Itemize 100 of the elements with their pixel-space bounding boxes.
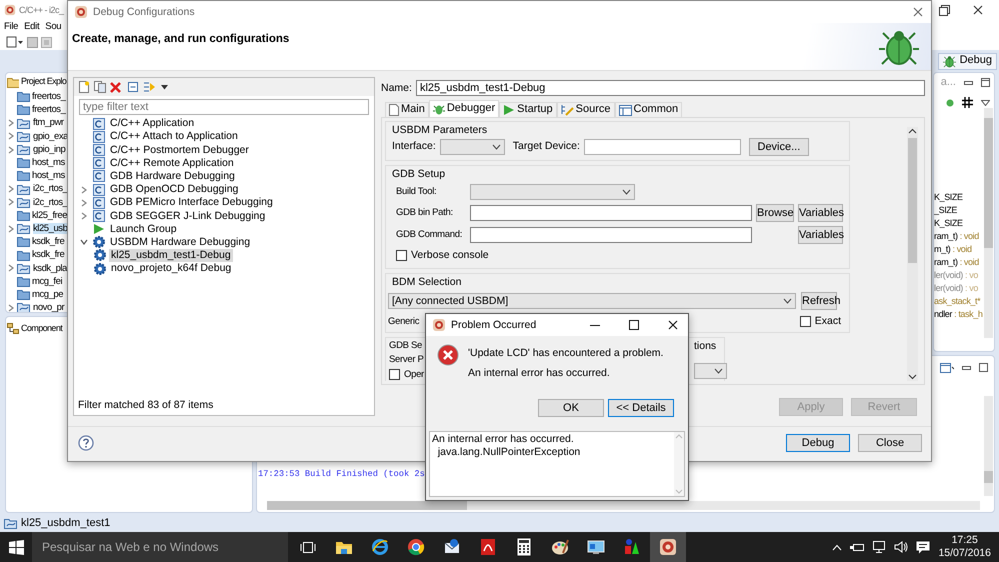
minimize-icon[interactable]	[962, 363, 971, 372]
menu-triangle-icon[interactable]	[981, 100, 990, 106]
checkbox[interactable]: Verbose console	[396, 249, 843, 262]
checkbox[interactable]: Oper	[389, 368, 424, 380]
tree-item[interactable]: GDB PEMicro Interface Debugging	[108, 196, 275, 210]
chrome-icon[interactable]	[407, 538, 425, 556]
tree-item[interactable]: gpio_exa	[33, 130, 68, 142]
tree-item[interactable]: GDB OpenOCD Debugging	[108, 183, 240, 196]
collapse-all-icon[interactable]	[125, 81, 139, 93]
outline-item[interactable]: m_t) : void	[934, 244, 984, 258]
outline-item[interactable]: ask_stack_t*	[934, 296, 984, 310]
close-icon[interactable]	[973, 5, 983, 15]
tree-item[interactable]: ksdk_fre	[32, 249, 64, 261]
tree-item[interactable]: mcg_pe	[32, 288, 64, 300]
tree-item[interactable]: mcg_fei	[32, 276, 62, 288]
close-icon[interactable]	[668, 320, 678, 330]
chevron-right-icon[interactable]	[7, 264, 15, 272]
tree-item[interactable]: host_ms	[32, 170, 65, 182]
tree-item[interactable]: freertos_	[32, 104, 66, 116]
tree-item[interactable]: GDB SEGGER J-Link Debugging	[108, 210, 268, 222]
menu-item[interactable]: File	[4, 21, 18, 33]
hash-icon[interactable]	[962, 97, 973, 108]
dropdown[interactable]: [Any connected USBDM]	[388, 293, 796, 310]
scroll-down-icon[interactable]	[907, 372, 918, 381]
gdb-path-field[interactable]	[470, 205, 752, 222]
tree-item[interactable]: C/C++ Application	[108, 117, 196, 130]
debug-button[interactable]: Debug	[786, 434, 850, 452]
maximize-icon[interactable]	[979, 363, 988, 372]
tree-item[interactable]: C/C++ Remote Application	[108, 156, 236, 170]
save-icon[interactable]	[27, 36, 38, 48]
button[interactable]: Variables	[798, 226, 843, 244]
tab[interactable]: Debugger	[428, 100, 500, 117]
gdb-command-field[interactable]	[470, 227, 752, 244]
tree-item[interactable]: gpio_inp	[33, 144, 66, 156]
palette-icon[interactable]	[551, 538, 569, 556]
delete-icon[interactable]	[110, 82, 121, 92]
chevron-down-icon[interactable]	[80, 238, 88, 246]
chevron-right-icon[interactable]	[80, 212, 88, 220]
network-icon[interactable]	[872, 541, 886, 553]
outline-item[interactable]: ram_t) : void	[934, 231, 984, 244]
ok-button[interactable]: OK	[538, 399, 604, 418]
pdf-icon[interactable]	[480, 538, 496, 556]
pin-window-icon[interactable]	[940, 362, 954, 373]
notification-icon[interactable]	[916, 540, 930, 554]
button[interactable]: Device...	[748, 138, 809, 156]
calculator-icon[interactable]	[517, 538, 531, 556]
tree-item[interactable]: i2c_rtos_	[33, 196, 68, 208]
volume-icon[interactable]	[894, 541, 908, 553]
tree-item[interactable]: kl25_usbdm_test1-Debug	[109, 249, 233, 262]
tree-item[interactable]: ksdk_fre	[32, 236, 64, 248]
outline-item[interactable]: K_SIZE	[934, 192, 984, 206]
tree-item[interactable]: Launch Group	[108, 222, 179, 236]
maximize-icon[interactable]	[629, 320, 639, 330]
menu-item[interactable]: Edit	[24, 21, 40, 33]
perspective-button[interactable]: Debug	[938, 52, 997, 70]
clock[interactable]: 17:25 15/07/2016	[938, 534, 991, 560]
new-file-icon[interactable]	[6, 36, 24, 48]
search-field[interactable]: Pesquisar na Web e no Windows	[32, 532, 288, 562]
minimize-icon[interactable]	[964, 78, 973, 88]
tree-item[interactable]: novo_projeto_k64f Debug	[109, 262, 234, 275]
maximize-icon[interactable]	[981, 78, 990, 88]
tree-item[interactable]: i2c_rtos_	[33, 183, 68, 195]
globe-icon[interactable]	[371, 538, 389, 556]
outline-item[interactable]: ndler : task_h	[934, 309, 984, 322]
outline-item[interactable]: ram_t) : void	[934, 257, 984, 270]
chevron-up-icon[interactable]	[832, 544, 842, 550]
tree-item[interactable]: novo_pr	[33, 302, 64, 312]
help-icon[interactable]	[78, 435, 94, 451]
tab[interactable]: Common	[614, 102, 682, 117]
name-field[interactable]: kl25_usbdm_test1-Debug	[416, 80, 925, 96]
chevron-right-icon[interactable]	[7, 304, 15, 312]
tree-item[interactable]: C/C++ Attach to Application	[108, 130, 240, 144]
checkbox[interactable]: Exact	[800, 315, 841, 328]
filter-field[interactable]: type filter text	[79, 99, 369, 115]
folder-icon[interactable]	[335, 540, 353, 554]
tab[interactable]: Startup	[499, 102, 557, 117]
chevron-right-icon[interactable]	[80, 186, 88, 194]
tree-item[interactable]: kl25_free	[32, 210, 68, 222]
caret-icon[interactable]	[161, 84, 168, 90]
tree-item[interactable]: C/C++ Postmortem Debugger	[108, 144, 251, 156]
monitor-icon[interactable]	[587, 539, 605, 555]
tree-item[interactable]: host_ms	[32, 157, 65, 168]
menu-item[interactable]: Sou	[45, 21, 62, 33]
outline-item[interactable]: ler(void) : vo	[934, 270, 984, 284]
tree-item[interactable]: GDB Hardware Debugging	[108, 170, 237, 183]
outline-item[interactable]: _SIZE	[934, 205, 984, 218]
chevron-right-icon[interactable]	[80, 198, 88, 207]
tree-item[interactable]: USBDM Hardware Debugging	[108, 236, 252, 249]
dot-icon[interactable]	[946, 98, 954, 107]
mail-bird-icon[interactable]	[443, 538, 461, 556]
outline-item[interactable]: K_SIZE	[934, 218, 984, 232]
scroll-up-icon[interactable]	[907, 127, 918, 136]
battery-icon[interactable]	[850, 542, 864, 552]
new-config-icon[interactable]	[78, 81, 90, 93]
filter-icon[interactable]	[143, 81, 157, 93]
shapes-icon[interactable]	[623, 538, 641, 556]
tree-item[interactable]: kl25_usb	[33, 222, 68, 234]
chevron-right-icon[interactable]	[7, 224, 15, 233]
outline-item[interactable]: ler(void) : vo	[934, 283, 984, 296]
close-button[interactable]: Close	[858, 434, 922, 452]
